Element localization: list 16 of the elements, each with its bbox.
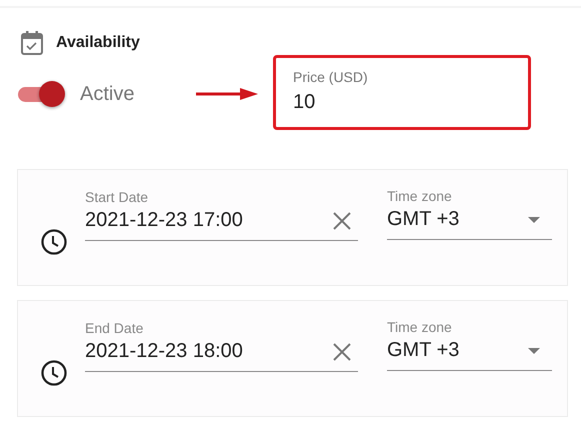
- clock-icon: [40, 228, 68, 256]
- date-field[interactable]: Start Date 2021-12-23 17:00: [85, 188, 358, 241]
- clock-icon: [40, 359, 68, 387]
- timezone-select[interactable]: Time zone GMT +3: [387, 188, 552, 240]
- toggle-label: Active: [80, 82, 134, 106]
- section-title: Availability: [56, 34, 140, 52]
- toggle-switch[interactable]: [17, 80, 67, 108]
- clear-icon[interactable]: [332, 210, 352, 230]
- arrow: [196, 88, 258, 100]
- calendar-check-icon: [20, 30, 44, 56]
- date-field[interactable]: End Date 2021-12-23 18:00: [85, 319, 358, 372]
- clear-icon[interactable]: [332, 342, 352, 362]
- price-field[interactable]: Price (USD) 10: [273, 55, 531, 130]
- dropdown-icon: [528, 216, 540, 222]
- dropdown-icon: [528, 348, 540, 354]
- timezone-select[interactable]: Time zone GMT +3: [387, 319, 552, 371]
